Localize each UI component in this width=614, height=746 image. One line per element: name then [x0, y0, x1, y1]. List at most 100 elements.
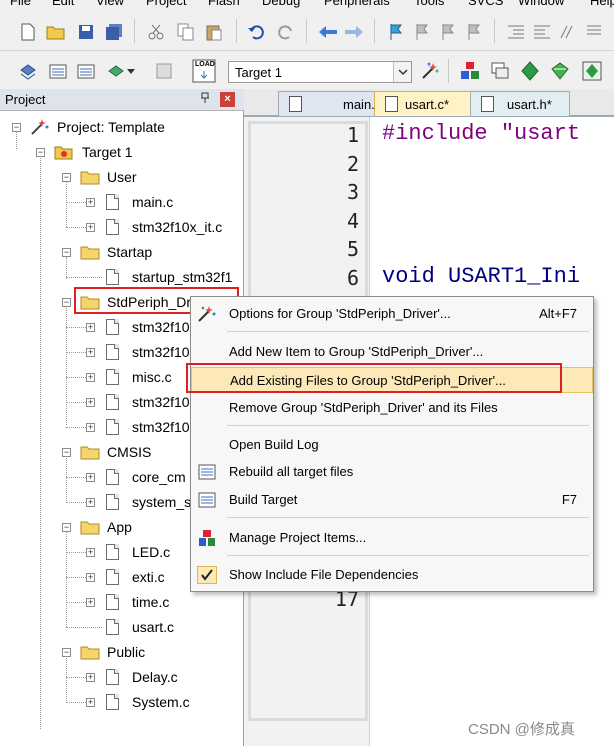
tab-usart-h[interactable]: usart.h* — [470, 91, 570, 116]
uncomment-icon[interactable] — [584, 22, 604, 42]
menu-edit[interactable]: Edit — [52, 0, 74, 8]
menu-project[interactable]: Project — [146, 0, 186, 8]
target-select[interactable]: Target 1 — [228, 61, 412, 83]
collapse-icon[interactable]: − — [62, 173, 71, 182]
tab-usart-c[interactable]: usart.c* — [374, 91, 472, 116]
menu-item-build-target[interactable]: Build Target F7 — [191, 487, 593, 513]
tree-group-user[interactable]: − User — [0, 165, 244, 189]
bookmark-next-icon[interactable] — [438, 22, 458, 42]
translate-icon[interactable] — [18, 61, 38, 81]
bookmark-prev-icon[interactable] — [412, 22, 432, 42]
menu-tools[interactable]: Tools — [414, 0, 444, 8]
batch-build-icon[interactable] — [106, 61, 126, 81]
tree-file[interactable]: + main.c — [0, 190, 244, 214]
expand-icon[interactable]: + — [86, 548, 95, 557]
open-folder-icon[interactable] — [46, 22, 66, 42]
menu-item-manage-project-items[interactable]: Manage Project Items... — [191, 525, 593, 551]
collapse-icon[interactable]: − — [62, 248, 71, 257]
tree-file[interactable]: + time.c — [0, 590, 244, 614]
menu-item-options-for-group[interactable]: Options for Group 'StdPeriph_Driver'... … — [191, 301, 593, 327]
collapse-icon[interactable]: − — [36, 148, 45, 157]
menu-window[interactable]: Window — [518, 0, 564, 8]
collapse-icon[interactable]: − — [62, 448, 71, 457]
load-download-icon[interactable]: LOAD — [192, 59, 216, 83]
pin-icon[interactable] — [198, 92, 212, 106]
copy-icon[interactable] — [176, 22, 196, 42]
options-wand-icon[interactable] — [420, 61, 440, 81]
new-file-icon[interactable] — [18, 22, 38, 42]
collapse-icon[interactable]: − — [62, 298, 71, 307]
menu-file[interactable]: File — [10, 0, 31, 8]
line-number: 1 — [346, 123, 359, 147]
pack-installer-icon[interactable] — [550, 61, 570, 81]
expand-icon[interactable]: + — [86, 223, 95, 232]
nav-forward-icon[interactable] — [344, 22, 364, 42]
undo-icon[interactable] — [246, 22, 266, 42]
expand-icon[interactable]: + — [86, 673, 95, 682]
tree-file[interactable]: + System.c — [0, 690, 244, 714]
menu-item-open-build-log[interactable]: Open Build Log — [191, 432, 593, 458]
packs-icon[interactable] — [520, 61, 540, 81]
menu-svcs[interactable]: SVCS — [468, 0, 503, 8]
build-icon[interactable] — [48, 61, 68, 81]
expand-icon[interactable]: + — [86, 573, 95, 582]
standard-toolbar — [0, 11, 614, 51]
cut-icon[interactable] — [146, 22, 166, 42]
menu-item-remove-group[interactable]: Remove Group 'StdPeriph_Driver' and its … — [191, 395, 593, 421]
file-icon — [106, 619, 119, 635]
chevron-down-icon[interactable] — [393, 62, 411, 82]
tree-project-label: Project: Template — [57, 119, 165, 135]
menu-item-label: Options for Group 'StdPeriph_Driver'... — [229, 306, 451, 321]
paste-icon[interactable] — [204, 22, 224, 42]
tree-file[interactable]: usart.c — [0, 615, 244, 639]
expand-icon[interactable]: + — [86, 473, 95, 482]
tree-project[interactable]: − Project: Template — [0, 115, 244, 139]
menu-peripherals[interactable]: Peripherals — [324, 0, 390, 8]
bookmark-clear-icon[interactable] — [464, 22, 484, 42]
indent-icon[interactable] — [506, 22, 526, 42]
save-all-icon[interactable] — [104, 22, 124, 42]
tree-file[interactable]: + stm32f10x_it.c — [0, 215, 244, 239]
stop-build-icon[interactable] — [154, 61, 174, 81]
file-extensions-icon[interactable] — [490, 61, 510, 81]
menu-item-add-new-item[interactable]: Add New Item to Group 'StdPeriph_Driver'… — [191, 339, 593, 365]
comment-icon[interactable] — [558, 22, 578, 42]
unindent-icon[interactable] — [532, 22, 552, 42]
menu-flash[interactable]: Flash — [208, 0, 240, 8]
redo-icon[interactable] — [276, 22, 296, 42]
tree-group-public[interactable]: − Public — [0, 640, 244, 664]
expand-icon[interactable]: + — [86, 598, 95, 607]
tree-file[interactable]: + Delay.c — [0, 665, 244, 689]
environment-icon[interactable] — [582, 61, 602, 81]
tree-file-label: LED.c — [132, 544, 171, 560]
batch-dropdown-icon[interactable] — [126, 61, 136, 81]
expand-icon[interactable]: + — [86, 198, 95, 207]
menu-view[interactable]: View — [96, 0, 124, 8]
folder-icon — [80, 520, 100, 538]
menu-help[interactable]: Help — [590, 0, 614, 8]
file-icon — [106, 319, 119, 335]
nav-back-icon[interactable] — [318, 22, 338, 42]
expand-icon[interactable]: + — [86, 398, 95, 407]
expand-icon[interactable]: + — [86, 423, 95, 432]
collapse-icon[interactable]: − — [62, 523, 71, 532]
menu-item-rebuild-all[interactable]: Rebuild all target files — [191, 459, 593, 485]
tree-file-label: startup_stm32f1 — [132, 269, 233, 285]
expand-icon[interactable]: + — [86, 323, 95, 332]
tree-file[interactable]: startup_stm32f1 — [0, 265, 244, 289]
save-icon[interactable] — [76, 22, 96, 42]
collapse-icon[interactable]: − — [12, 123, 21, 132]
manage-items-icon[interactable] — [460, 61, 480, 81]
rebuild-icon[interactable] — [76, 61, 96, 81]
expand-icon[interactable]: + — [86, 498, 95, 507]
close-icon[interactable]: × — [220, 92, 235, 107]
expand-icon[interactable]: + — [86, 698, 95, 707]
expand-icon[interactable]: + — [86, 373, 95, 382]
bookmark-icon[interactable] — [386, 22, 406, 42]
menu-item-show-include-deps[interactable]: Show Include File Dependencies — [191, 562, 593, 588]
collapse-icon[interactable]: − — [62, 648, 71, 657]
tree-target[interactable]: − Target 1 — [0, 140, 244, 164]
expand-icon[interactable]: + — [86, 348, 95, 357]
menu-debug[interactable]: Debug — [262, 0, 300, 8]
tree-group-startap[interactable]: − Startap — [0, 240, 244, 264]
